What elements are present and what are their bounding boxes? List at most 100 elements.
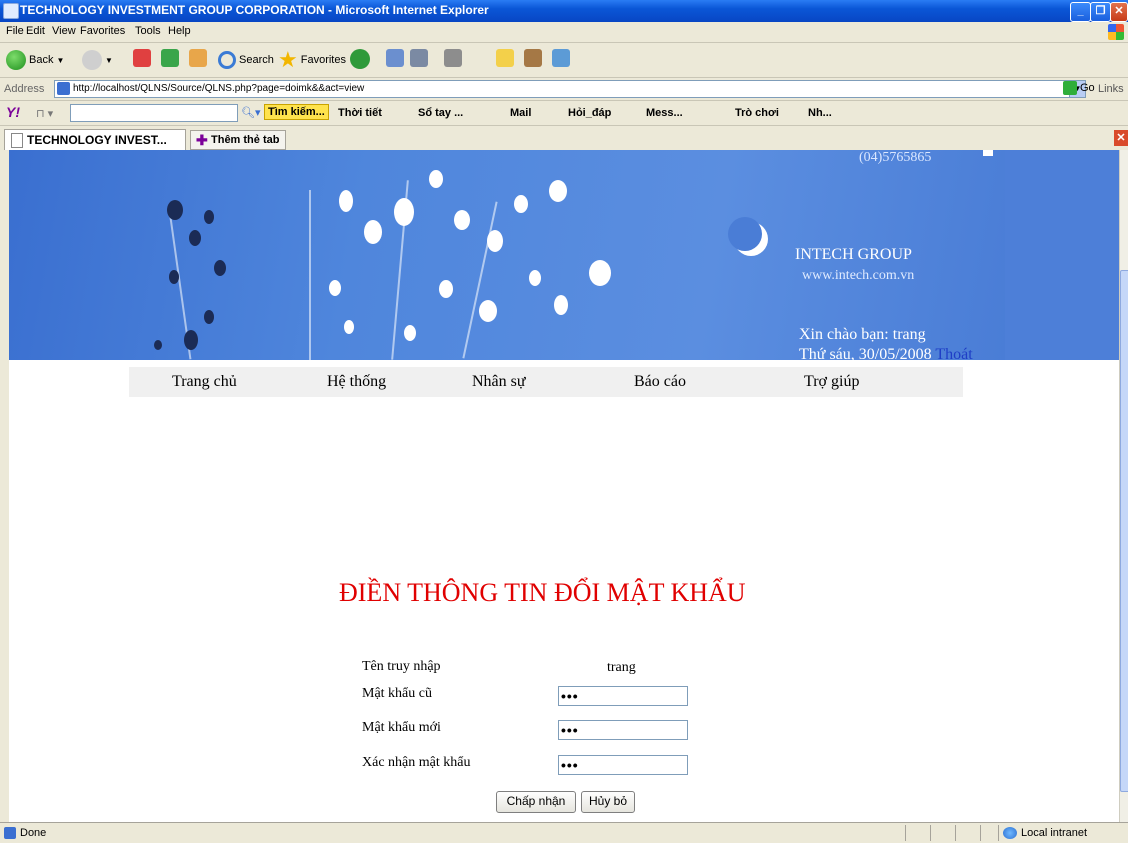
print-icon[interactable] bbox=[410, 49, 428, 67]
back-button[interactable]: Back ▼ bbox=[6, 49, 64, 71]
yahoo-answers[interactable]: Hỏi_đáp bbox=[568, 107, 611, 119]
left-frame bbox=[0, 150, 9, 822]
flower-decoration bbox=[439, 280, 453, 298]
page-icon bbox=[57, 82, 70, 95]
back-label: Back bbox=[29, 54, 54, 66]
yahoo-games[interactable]: Trò chơi bbox=[735, 107, 779, 119]
status-text: Done bbox=[20, 827, 47, 839]
flower-decoration bbox=[404, 325, 416, 341]
go-label: Go bbox=[1080, 82, 1095, 94]
menu-file[interactable]: File bbox=[6, 25, 24, 37]
flower-decoration bbox=[329, 280, 341, 296]
form-title: ĐIỀN THÔNG TIN ĐỔI MẬT KHẨU bbox=[339, 578, 746, 607]
nav-personnel[interactable]: Nhân sự bbox=[472, 373, 526, 391]
old-password-field[interactable]: ••• bbox=[558, 686, 688, 706]
go-arrow-icon bbox=[1063, 81, 1077, 95]
menu-favorites[interactable]: Favorites bbox=[80, 25, 125, 37]
flower-decoration bbox=[204, 210, 214, 224]
yahoo-search-button[interactable]: Tìm kiếm... bbox=[264, 104, 329, 120]
refresh-icon[interactable] bbox=[161, 49, 179, 67]
yahoo-menu-icon[interactable]: ⊓ ▾ bbox=[36, 107, 53, 120]
vertical-scrollbar[interactable] bbox=[1119, 150, 1128, 822]
yahoo-notebook[interactable]: Sổ tay ... bbox=[418, 107, 463, 119]
banner-side bbox=[1005, 150, 1119, 360]
flower-decoration bbox=[549, 180, 567, 202]
links-toolbar[interactable]: Links bbox=[1098, 83, 1124, 95]
menu-edit[interactable]: Edit bbox=[26, 25, 45, 37]
new-tab-button[interactable]: ✚ Thêm thẻ tab bbox=[190, 130, 286, 150]
address-label: Address bbox=[4, 83, 45, 95]
flower-decoration bbox=[189, 230, 201, 246]
tab-active-label: TECHNOLOGY INVEST... bbox=[27, 133, 167, 147]
menu-view[interactable]: View bbox=[52, 25, 76, 37]
logout-link[interactable]: Thoát bbox=[935, 346, 972, 360]
company-website: www.intech.com.vn bbox=[802, 268, 915, 283]
banner-mark-icon bbox=[983, 150, 993, 156]
yahoo-search-icon[interactable]: 🔍︎▾ bbox=[241, 106, 261, 119]
nav-reports[interactable]: Báo cáo bbox=[634, 373, 686, 391]
flower-decoration bbox=[214, 260, 226, 276]
close-button[interactable]: ✕ bbox=[1110, 2, 1128, 22]
flower-decoration bbox=[184, 330, 198, 350]
confirm-password-field[interactable]: ••• bbox=[558, 755, 688, 775]
favorites-label: Favorites bbox=[300, 54, 346, 66]
new-tab-label: Thêm thẻ tab bbox=[211, 134, 280, 146]
status-divider bbox=[930, 825, 931, 841]
flower-decoration bbox=[487, 230, 503, 252]
company-logo-icon bbox=[728, 217, 768, 256]
mail-icon[interactable] bbox=[386, 49, 404, 67]
main-nav: Trang chủ Hệ thống Nhân sự Báo cáo Trợ g… bbox=[129, 367, 963, 397]
submit-button[interactable]: Chấp nhận bbox=[496, 791, 576, 813]
security-zone: Local intranet bbox=[1003, 827, 1087, 839]
scrollbar-thumb[interactable] bbox=[1120, 270, 1128, 792]
research-icon[interactable] bbox=[524, 49, 542, 67]
notes-icon[interactable] bbox=[496, 49, 514, 67]
tab-active[interactable]: TECHNOLOGY INVEST... bbox=[4, 129, 186, 150]
menu-tools[interactable]: Tools bbox=[135, 25, 161, 37]
stop-icon[interactable] bbox=[133, 49, 151, 67]
flower-decoration bbox=[204, 310, 214, 324]
old-password-label: Mật khẩu cũ bbox=[362, 686, 432, 701]
favorites-star-icon: ★ bbox=[278, 47, 298, 72]
status-done: Done bbox=[4, 827, 46, 839]
close-tab-icon[interactable]: ✕ bbox=[1114, 130, 1128, 146]
maximize-button[interactable]: ❐ bbox=[1090, 2, 1111, 22]
tab-bar: TECHNOLOGY INVEST... ✚ Thêm thẻ tab ✕ bbox=[0, 126, 1128, 151]
menu-help[interactable]: Help bbox=[168, 25, 191, 37]
nav-home[interactable]: Trang chủ bbox=[172, 373, 237, 391]
minimize-button[interactable]: _ bbox=[1070, 2, 1091, 22]
standard-toolbar: Back ▼ ▼ Search ★ Favorites bbox=[0, 43, 1128, 78]
flower-decoration bbox=[529, 270, 541, 286]
nav-help[interactable]: Trợ giúp bbox=[804, 373, 859, 391]
search-button[interactable]: Search bbox=[218, 49, 274, 71]
yahoo-mail[interactable]: Mail bbox=[510, 107, 531, 119]
status-bar: Done Local intranet bbox=[0, 822, 1128, 843]
welcome-text: Xin chào bạn: trang bbox=[799, 326, 926, 343]
flower-decoration bbox=[344, 320, 354, 334]
yahoo-weather[interactable]: Thời tiết bbox=[338, 107, 382, 119]
menu-bar: File Edit View Favorites Tools Help bbox=[0, 22, 1128, 43]
yahoo-toolbar: Y! ⊓ ▾ 🔍︎▾ Tìm kiếm... Thời tiết Sổ tay … bbox=[0, 101, 1128, 126]
favorites-button[interactable]: ★ Favorites bbox=[278, 47, 346, 72]
yahoo-messenger[interactable]: Mess... bbox=[646, 107, 683, 119]
home-icon[interactable] bbox=[189, 49, 207, 67]
history-icon[interactable] bbox=[350, 49, 370, 69]
forward-button[interactable]: ▼ bbox=[82, 49, 113, 71]
window-title-bar: TECHNOLOGY INVESTMENT GROUP CORPORATION … bbox=[0, 0, 1128, 22]
go-button[interactable]: Go bbox=[1063, 81, 1095, 95]
yahoo-logo-icon[interactable]: Y! bbox=[6, 104, 20, 120]
edit-icon[interactable] bbox=[444, 49, 462, 67]
header-banner: (04)5765865 INTECH GROUP www.intech.com.… bbox=[9, 150, 1005, 360]
yahoo-search-input[interactable] bbox=[70, 104, 238, 122]
yahoo-more[interactable]: Nh... bbox=[808, 107, 832, 119]
new-password-label: Mật khẩu mới bbox=[362, 720, 441, 735]
window-title: TECHNOLOGY INVESTMENT GROUP CORPORATION … bbox=[20, 3, 489, 17]
new-password-field[interactable]: ••• bbox=[558, 720, 688, 740]
windows-logo-icon bbox=[1108, 24, 1124, 40]
cancel-button[interactable]: Hủy bỏ bbox=[581, 791, 635, 813]
flower-decoration bbox=[394, 198, 414, 226]
messenger-icon[interactable] bbox=[552, 49, 570, 67]
nav-system[interactable]: Hệ thống bbox=[327, 373, 386, 391]
address-input[interactable]: http://localhost/QLNS/Source/QLNS.php?pa… bbox=[54, 80, 1086, 98]
forward-arrow-icon bbox=[82, 50, 102, 70]
